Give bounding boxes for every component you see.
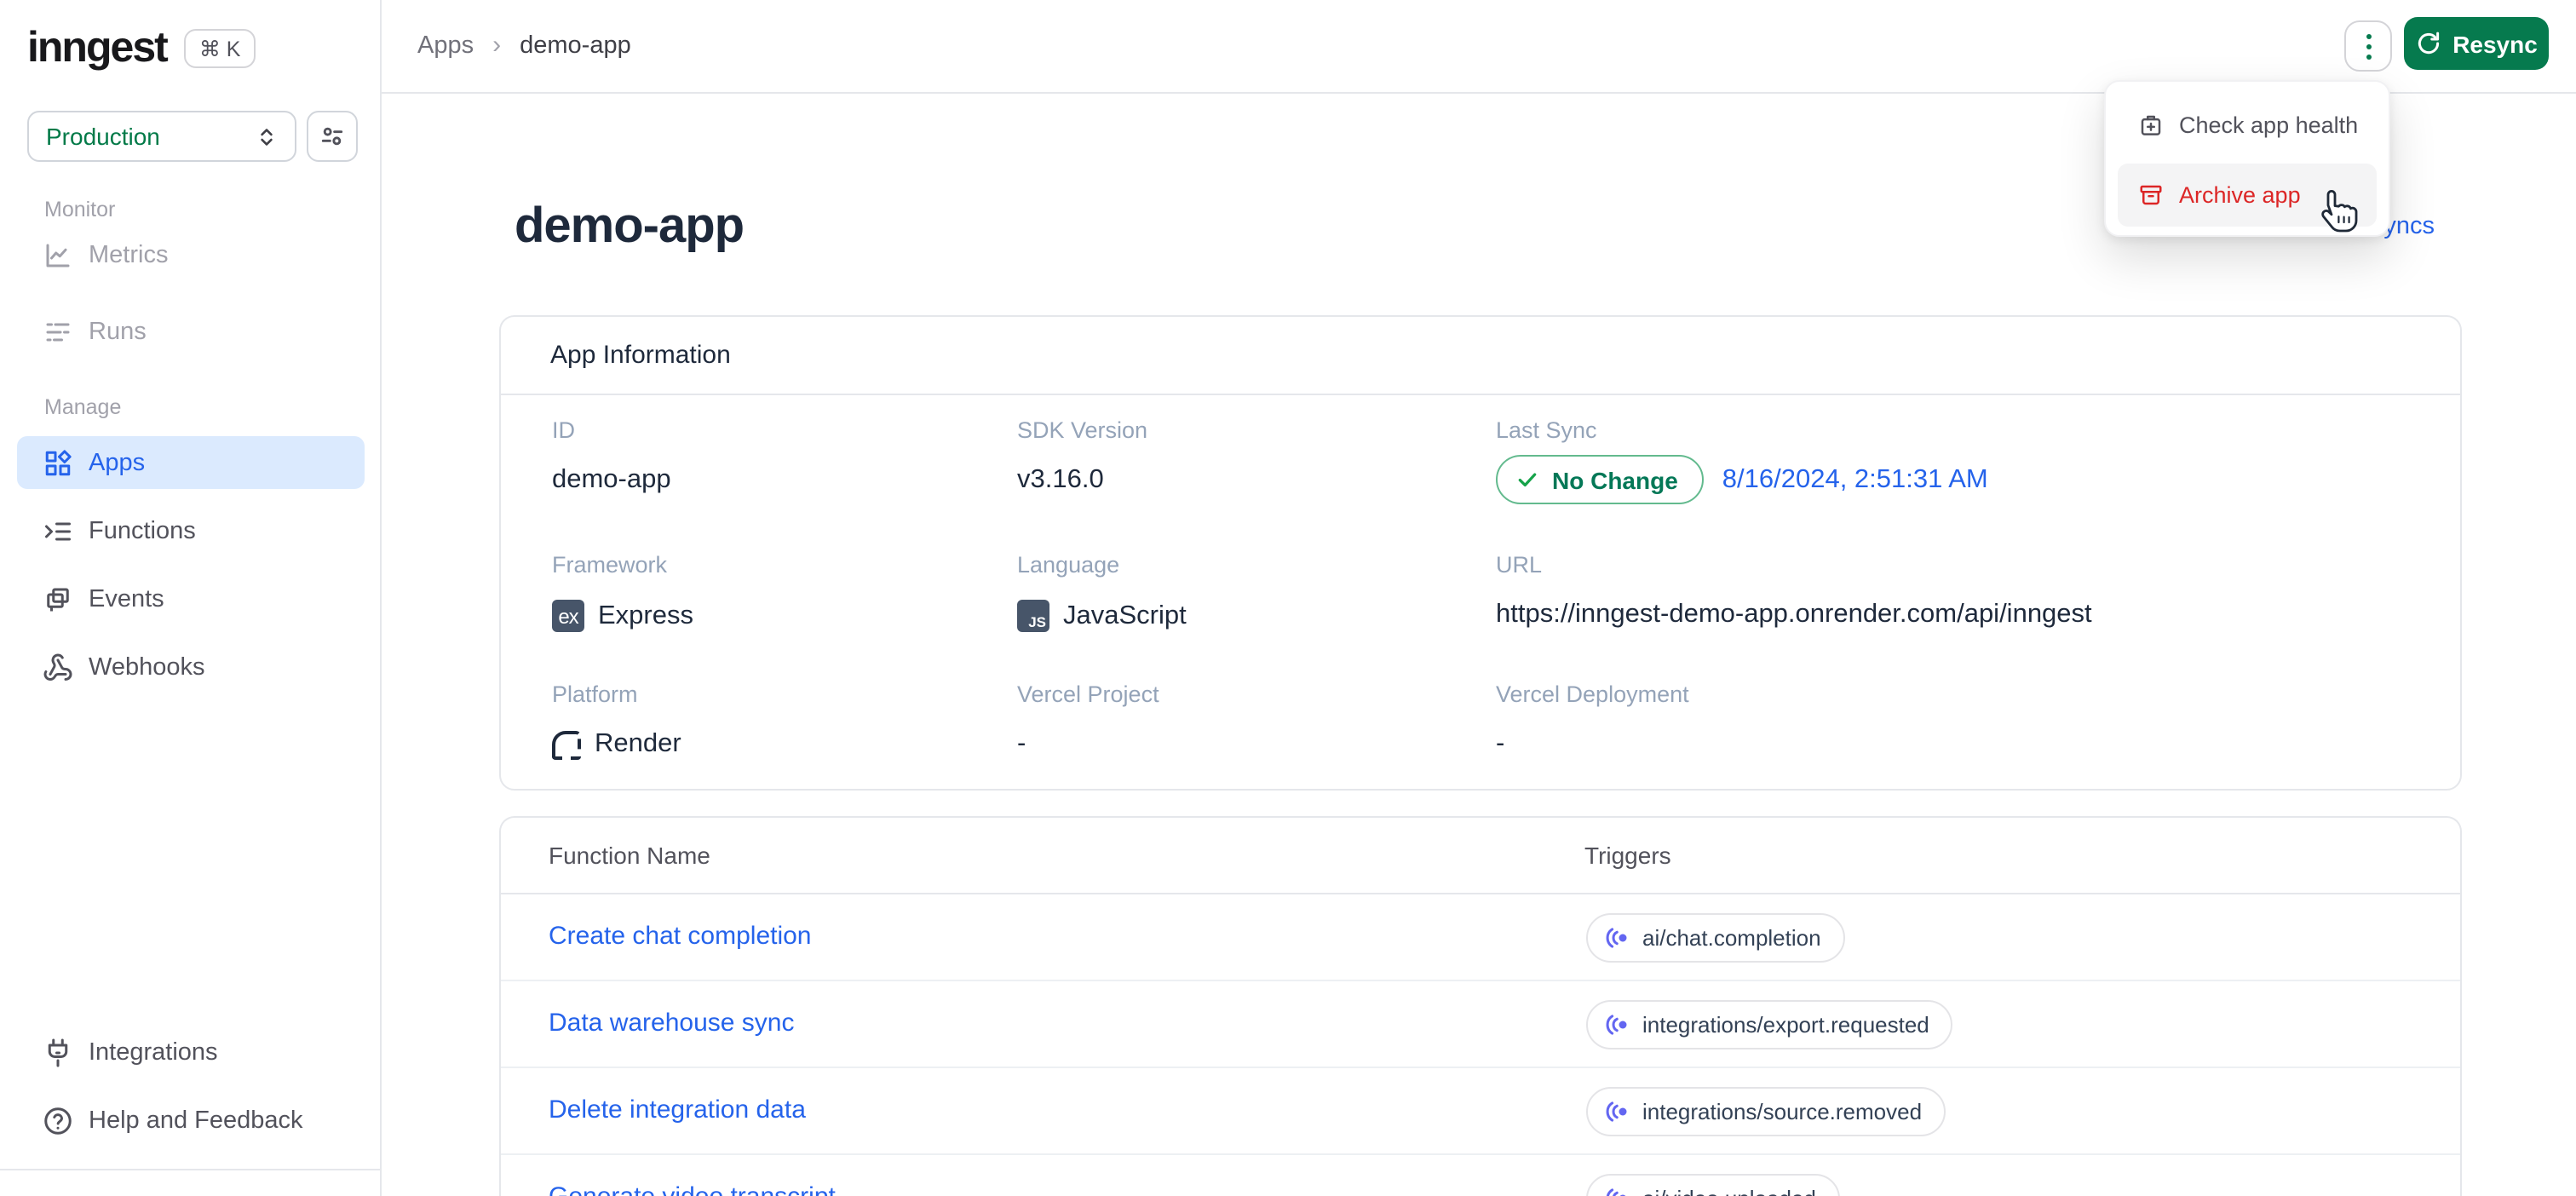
function-link[interactable]: Create chat completion bbox=[549, 922, 812, 951]
chart-line-icon bbox=[43, 239, 73, 270]
sidebar: inngest ⌘ K Production Monitor Metrics R… bbox=[0, 0, 382, 1196]
field-vercel-project: Vercel Project - bbox=[1017, 681, 1159, 758]
section-label-monitor: Monitor bbox=[44, 198, 116, 221]
sidebar-item-metrics[interactable]: Metrics bbox=[17, 228, 365, 281]
sidebar-item-functions[interactable]: Functions bbox=[17, 504, 365, 557]
sliders-icon bbox=[319, 123, 346, 150]
trigger-badge: ai/video.uploaded bbox=[1586, 1174, 1840, 1196]
menu-item-check-app-health[interactable]: Check app health bbox=[2118, 94, 2377, 157]
functions-table-header: Function Name Triggers bbox=[501, 818, 2460, 894]
event-trigger-icon bbox=[1606, 1015, 1627, 1035]
health-kit-icon bbox=[2138, 112, 2164, 138]
command-k-shortcut[interactable]: ⌘ K bbox=[183, 29, 256, 68]
chevron-right-icon: › bbox=[492, 31, 502, 60]
table-row: Delete integration data integrations/sou… bbox=[501, 1068, 2460, 1155]
table-row: Create chat completion ai/chat.completio… bbox=[501, 894, 2460, 981]
sidebar-item-integrations[interactable]: Integrations bbox=[17, 1026, 365, 1078]
field-vercel-deployment: Vercel Deployment - bbox=[1496, 681, 1689, 758]
environment-select-value: Production bbox=[46, 123, 160, 150]
inngest-logo: inngest bbox=[27, 24, 169, 72]
field-url: URL https://inngest-demo-app.onrender.co… bbox=[1496, 552, 2092, 629]
functions-icon bbox=[43, 515, 73, 546]
table-row: Generate video transcript ai/video.uploa… bbox=[501, 1155, 2460, 1196]
no-change-badge: No Change bbox=[1496, 455, 1704, 504]
function-link[interactable]: Delete integration data bbox=[549, 1095, 806, 1124]
trigger-badge: ai/chat.completion bbox=[1586, 913, 1845, 963]
plug-icon bbox=[43, 1037, 73, 1067]
table-row: Data warehouse sync integrations/export.… bbox=[501, 981, 2460, 1068]
sidebar-item-label: Webhooks bbox=[89, 653, 205, 681]
chevron-up-down-icon bbox=[256, 125, 278, 147]
sidebar-item-label: Functions bbox=[89, 517, 196, 544]
function-link[interactable]: Generate video transcript bbox=[549, 1182, 836, 1196]
main-content: demo-app See all syncs App Information I… bbox=[382, 94, 2576, 1196]
sidebar-item-label: Metrics bbox=[89, 241, 169, 268]
event-trigger-icon bbox=[1606, 1101, 1627, 1122]
sidebar-item-label: Apps bbox=[89, 449, 146, 476]
help-circle-icon bbox=[43, 1105, 73, 1136]
express-logo-icon: ex bbox=[552, 600, 584, 632]
sidebar-item-runs[interactable]: Runs bbox=[17, 305, 365, 358]
field-platform: Platform Render bbox=[552, 681, 681, 759]
list-runs-icon bbox=[43, 316, 73, 347]
event-trigger-icon bbox=[1606, 928, 1627, 948]
apps-grid-icon bbox=[43, 447, 73, 478]
events-icon bbox=[43, 584, 73, 614]
javascript-logo-icon: JS bbox=[1017, 600, 1049, 632]
sidebar-item-label: Integrations bbox=[89, 1038, 218, 1066]
field-sdk-version: SDK Version v3.16.0 bbox=[1017, 417, 1148, 494]
refresh-icon bbox=[2415, 31, 2441, 56]
page-title: demo-app bbox=[515, 199, 745, 254]
display-settings-button[interactable] bbox=[307, 111, 358, 162]
archive-box-icon bbox=[2138, 182, 2164, 208]
functions-table-card: Function Name Triggers Create chat compl… bbox=[499, 816, 2462, 1196]
app-information-title: App Information bbox=[501, 317, 2460, 395]
app-root: inngest ⌘ K Production Monitor Metrics R… bbox=[0, 0, 2576, 1196]
resync-label: Resync bbox=[2452, 30, 2538, 57]
last-sync-timestamp-link[interactable]: 8/16/2024, 2:51:31 AM bbox=[1722, 464, 1988, 495]
environment-select[interactable]: Production bbox=[27, 111, 296, 162]
sidebar-item-apps[interactable]: Apps bbox=[17, 436, 365, 489]
column-function-name: Function Name bbox=[549, 842, 710, 869]
mouse-cursor-pointer bbox=[2314, 187, 2358, 235]
field-last-sync: Last Sync No Change 8/16/2024, 2:51:31 A… bbox=[1496, 417, 1988, 504]
sidebar-item-label: Runs bbox=[89, 318, 147, 345]
sidebar-item-help[interactable]: Help and Feedback bbox=[17, 1094, 365, 1147]
trigger-badge: integrations/export.requested bbox=[1586, 1000, 1953, 1049]
breadcrumb-apps[interactable]: Apps bbox=[417, 32, 474, 59]
sidebar-item-webhooks[interactable]: Webhooks bbox=[17, 641, 365, 693]
function-link[interactable]: Data warehouse sync bbox=[549, 1009, 795, 1038]
app-actions-menu-button[interactable] bbox=[2344, 20, 2392, 72]
sidebar-footer-divider bbox=[0, 1169, 382, 1170]
field-language: Language JS JavaScript bbox=[1017, 552, 1187, 632]
sidebar-item-events[interactable]: Events bbox=[17, 572, 365, 625]
field-id: ID demo-app bbox=[552, 417, 671, 494]
column-triggers: Triggers bbox=[1584, 842, 1671, 869]
breadcrumb-current: demo-app bbox=[520, 32, 631, 59]
check-icon bbox=[1518, 473, 1537, 487]
event-trigger-icon bbox=[1606, 1188, 1626, 1196]
section-label-manage: Manage bbox=[44, 395, 122, 419]
trigger-badge: integrations/source.removed bbox=[1586, 1087, 1946, 1136]
ellipsis-vertical-icon bbox=[2366, 33, 2371, 38]
field-framework: Framework ex Express bbox=[552, 552, 693, 632]
resync-button[interactable]: Resync bbox=[2404, 17, 2549, 70]
app-information-card: App Information ID demo-app SDK Version … bbox=[499, 315, 2462, 791]
breadcrumb: Apps › demo-app bbox=[417, 31, 631, 60]
webhook-icon bbox=[43, 652, 73, 682]
sidebar-item-label: Help and Feedback bbox=[89, 1107, 303, 1134]
render-logo-icon bbox=[552, 730, 581, 759]
sidebar-item-label: Events bbox=[89, 585, 164, 612]
